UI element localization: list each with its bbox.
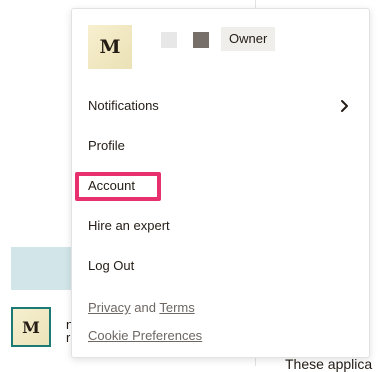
menu-item-notifications-label: Notifications xyxy=(88,98,159,113)
menu-item-logout-label: Log Out xyxy=(88,258,135,273)
menu-item-notifications[interactable]: Notifications xyxy=(88,94,353,118)
menu-header: M Owner xyxy=(88,25,353,69)
cookie-preferences-link[interactable]: Cookie Preferences xyxy=(88,328,202,343)
redacted-name-block xyxy=(161,32,177,48)
role-badge: Owner xyxy=(221,27,276,51)
menu-item-account[interactable]: Account xyxy=(88,174,135,198)
user-avatar: M xyxy=(88,25,132,69)
page-description-fragment: These applica xyxy=(285,356,373,372)
menu-item-profile[interactable]: Profile xyxy=(88,134,353,158)
cookie-row: Cookie Preferences xyxy=(88,326,202,346)
menu-item-hire-expert[interactable]: Hire an expert xyxy=(88,214,353,238)
sidebar-highlight xyxy=(11,247,73,290)
and-text: and xyxy=(134,300,156,315)
legal-links: Privacy and Terms xyxy=(88,298,195,318)
user-avatar-letter: M xyxy=(99,36,121,58)
account-avatar-letter: M xyxy=(22,317,40,337)
terms-link[interactable]: Terms xyxy=(159,300,194,315)
redacted-info-block xyxy=(193,32,209,48)
account-dropdown-menu: M Owner Notifications Profile Account Hi… xyxy=(71,8,370,358)
menu-item-profile-label: Profile xyxy=(88,138,125,153)
chevron-right-icon xyxy=(341,100,348,112)
privacy-link[interactable]: Privacy xyxy=(88,300,131,315)
menu-item-logout[interactable]: Log Out xyxy=(88,254,353,278)
menu-item-hire-expert-label: Hire an expert xyxy=(88,218,170,233)
account-avatar[interactable]: M xyxy=(11,307,51,347)
